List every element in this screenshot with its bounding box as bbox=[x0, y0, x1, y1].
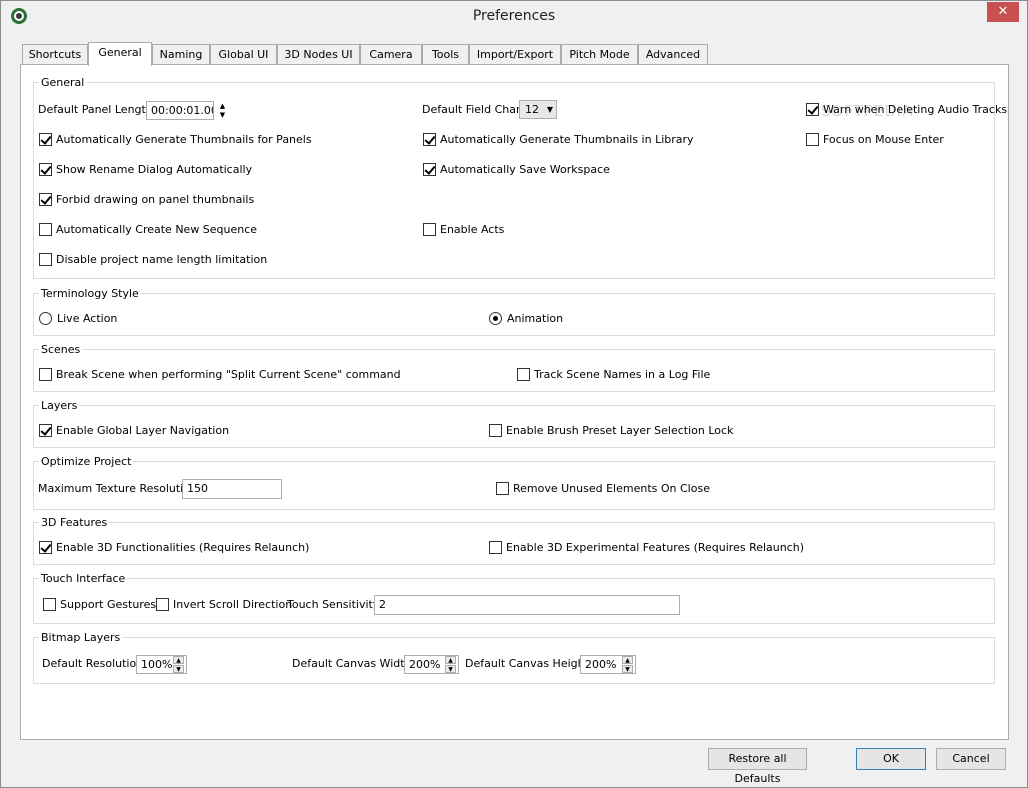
default-resolution-spinner[interactable]: ▲ ▼ bbox=[173, 656, 184, 673]
remove-unused-label: Remove Unused Elements On Close bbox=[513, 482, 710, 495]
tab-import-export[interactable]: Import/Export bbox=[469, 44, 561, 65]
tab-naming[interactable]: Naming bbox=[152, 44, 210, 65]
default-panel-length-input[interactable]: 00:00:01.00 bbox=[146, 101, 214, 120]
max-texture-label: Maximum Texture Resolution bbox=[38, 482, 197, 495]
spin-up-icon[interactable]: ▲ bbox=[217, 102, 228, 110]
default-resolution-label: Default Resolution bbox=[42, 657, 144, 670]
max-texture-input[interactable]: 150 bbox=[182, 479, 282, 499]
scenes-group-title: Scenes bbox=[39, 343, 83, 356]
preferences-window: Preferences ✕ Shortcuts General Naming G… bbox=[0, 0, 1028, 788]
bitmap-group-title: Bitmap Layers bbox=[39, 631, 123, 644]
warn-deleting-audio-checkbox[interactable] bbox=[806, 103, 819, 116]
break-scene-checkbox[interactable] bbox=[39, 368, 52, 381]
touch-sensitivity-input[interactable]: 2 bbox=[374, 595, 680, 615]
cancel-button[interactable]: Cancel bbox=[936, 748, 1006, 770]
auto-thumbs-library-label: Automatically Generate Thumbnails in Lib… bbox=[440, 133, 694, 146]
track-scene-names-label: Track Scene Names in a Log File bbox=[534, 368, 711, 381]
auto-save-workspace-label: Automatically Save Workspace bbox=[440, 163, 610, 176]
auto-thumbs-panels-label: Automatically Generate Thumbnails for Pa… bbox=[56, 133, 312, 146]
close-button[interactable]: ✕ bbox=[987, 2, 1019, 22]
tab-global-ui[interactable]: Global UI bbox=[210, 44, 277, 65]
enable-3d-checkbox[interactable] bbox=[39, 541, 52, 554]
ok-button[interactable]: OK bbox=[856, 748, 926, 770]
touch-sensitivity-label: Touch Sensitivity bbox=[287, 598, 380, 611]
enable-acts-label: Enable Acts bbox=[440, 223, 505, 236]
tab-advanced[interactable]: Advanced bbox=[638, 44, 708, 65]
tab-pitch-mode[interactable]: Pitch Mode bbox=[561, 44, 638, 65]
auto-create-sequence-checkbox[interactable] bbox=[39, 223, 52, 236]
live-action-label: Live Action bbox=[57, 312, 118, 325]
animation-radio[interactable] bbox=[489, 312, 502, 325]
restore-defaults-button[interactable]: Restore all Defaults bbox=[708, 748, 807, 785]
spin-up-icon[interactable]: ▲ bbox=[445, 656, 456, 664]
title-bar[interactable]: Preferences ✕ bbox=[1, 1, 1027, 32]
invert-scroll-label: Invert Scroll Direction bbox=[173, 598, 293, 611]
auto-create-sequence-label: Automatically Create New Sequence bbox=[56, 223, 258, 236]
brush-lock-checkbox[interactable] bbox=[489, 424, 502, 437]
break-scene-label: Break Scene when performing "Split Curre… bbox=[56, 368, 401, 381]
touch-group-title: Touch Interface bbox=[39, 572, 128, 585]
auto-save-workspace-checkbox[interactable] bbox=[423, 163, 436, 176]
animation-label: Animation bbox=[507, 312, 564, 325]
forbid-drawing-checkbox[interactable] bbox=[39, 193, 52, 206]
brush-lock-label: Enable Brush Preset Layer Selection Lock bbox=[506, 424, 734, 437]
focus-mouse-enter-checkbox[interactable] bbox=[806, 133, 819, 146]
disable-name-limit-checkbox[interactable] bbox=[39, 253, 52, 266]
tab-3d-nodes-ui[interactable]: 3D Nodes UI bbox=[277, 44, 360, 65]
show-rename-dialog-checkbox[interactable] bbox=[39, 163, 52, 176]
features3d-group-title: 3D Features bbox=[39, 516, 110, 529]
default-field-chart-combo[interactable]: 12 ▼ bbox=[519, 100, 557, 119]
support-gestures-label: Support Gestures bbox=[60, 598, 157, 611]
canvas-height-spinner[interactable]: ▲ ▼ bbox=[622, 656, 633, 673]
disable-name-limit-label: Disable project name length limitation bbox=[56, 253, 268, 266]
global-layer-nav-label: Enable Global Layer Navigation bbox=[56, 424, 230, 437]
default-field-chart-value: 12 bbox=[525, 103, 539, 116]
global-layer-nav-checkbox[interactable] bbox=[39, 424, 52, 437]
spin-up-icon[interactable]: ▲ bbox=[622, 656, 633, 664]
layers-group-title: Layers bbox=[39, 399, 80, 412]
general-group-title: General bbox=[39, 76, 87, 89]
auto-thumbs-library-checkbox[interactable] bbox=[423, 133, 436, 146]
remove-unused-checkbox[interactable] bbox=[496, 482, 509, 495]
live-action-radio[interactable] bbox=[39, 312, 52, 325]
forbid-drawing-label: Forbid drawing on panel thumbnails bbox=[56, 193, 255, 206]
window-title: Preferences bbox=[472, 8, 556, 24]
tab-tools[interactable]: Tools bbox=[422, 44, 469, 65]
spin-up-icon[interactable]: ▲ bbox=[173, 656, 184, 664]
focus-mouse-enter-label: Focus on Mouse Enter bbox=[823, 133, 944, 146]
tab-camera[interactable]: Camera bbox=[360, 44, 422, 65]
canvas-height-label: Default Canvas Height bbox=[465, 657, 589, 670]
auto-thumbs-panels-checkbox[interactable] bbox=[39, 133, 52, 146]
tab-shortcuts[interactable]: Shortcuts bbox=[22, 44, 88, 65]
canvas-width-spinner[interactable]: ▲ ▼ bbox=[445, 656, 456, 673]
enable-3d-experimental-checkbox[interactable] bbox=[489, 541, 502, 554]
invert-scroll-checkbox[interactable] bbox=[156, 598, 169, 611]
spin-down-icon[interactable]: ▼ bbox=[217, 111, 228, 119]
enable-3d-label: Enable 3D Functionalities (Requires Rela… bbox=[56, 541, 310, 554]
default-field-chart-label: Default Field Chart bbox=[422, 103, 525, 116]
canvas-width-label: Default Canvas Width bbox=[292, 657, 412, 670]
enable-acts-checkbox[interactable] bbox=[423, 223, 436, 236]
warn-deleting-audio-label: Warn when Deleting Audio Tracks bbox=[823, 103, 1008, 116]
optimize-group-title: Optimize Project bbox=[39, 455, 134, 468]
spin-down-icon[interactable]: ▼ bbox=[622, 665, 633, 673]
spin-down-icon[interactable]: ▼ bbox=[173, 665, 184, 673]
enable-3d-experimental-label: Enable 3D Experimental Features (Require… bbox=[506, 541, 805, 554]
default-panel-length-spinner[interactable]: ▲ ▼ bbox=[217, 102, 228, 119]
chevron-down-icon: ▼ bbox=[546, 105, 553, 114]
tab-general[interactable]: General bbox=[88, 42, 152, 66]
show-rename-dialog-label: Show Rename Dialog Automatically bbox=[56, 163, 253, 176]
track-scene-names-checkbox[interactable] bbox=[517, 368, 530, 381]
default-panel-length-label: Default Panel Length bbox=[38, 103, 153, 116]
terminology-group-title: Terminology Style bbox=[39, 287, 141, 300]
spin-down-icon[interactable]: ▼ bbox=[445, 665, 456, 673]
support-gestures-checkbox[interactable] bbox=[43, 598, 56, 611]
